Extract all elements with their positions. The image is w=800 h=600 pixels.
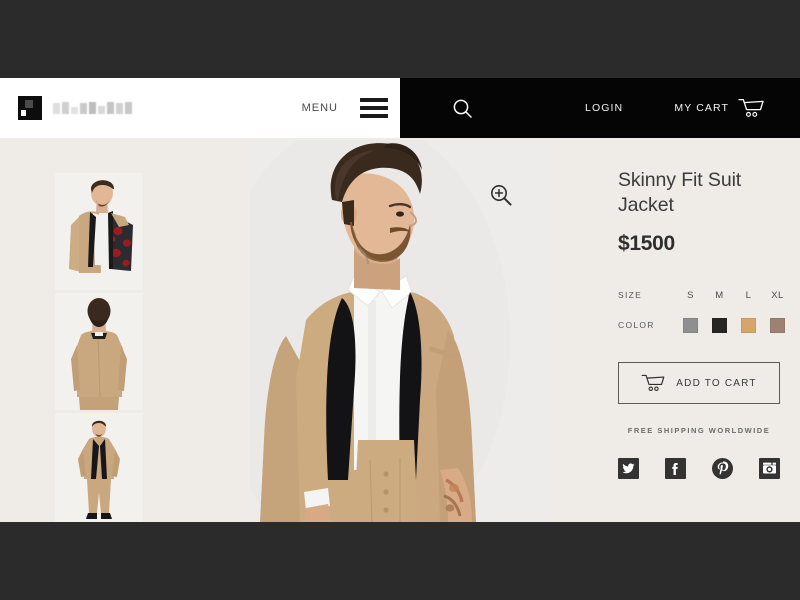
product-price: $1500 [618, 232, 675, 255]
hamburger-icon[interactable] [360, 98, 388, 118]
size-selector-row: SIZE S M L XL [618, 287, 783, 303]
size-options: S M L XL [676, 290, 792, 301]
add-to-cart-label: ADD TO CART [676, 377, 757, 389]
page-canvas: MENU LOGIN MY CART Skinny Fit Suit Jacke… [0, 78, 800, 522]
header-right-panel: LOGIN MY CART 0 [400, 78, 800, 138]
shopping-cart-icon [641, 374, 665, 392]
login-link[interactable]: LOGIN [585, 78, 623, 138]
color-selector-row: COLOR [618, 317, 785, 333]
facebook-icon[interactable] [665, 458, 686, 479]
search-button[interactable] [452, 78, 473, 138]
twitter-icon[interactable] [618, 458, 639, 479]
instagram-icon[interactable] [759, 458, 780, 479]
size-option-s[interactable]: S [676, 290, 705, 301]
thumbnail-2[interactable] [55, 293, 143, 410]
product-title: Skinny Fit Suit Jacket [618, 169, 742, 216]
cart-button[interactable]: MY CART 0 [674, 78, 764, 138]
size-option-xl[interactable]: XL [763, 290, 792, 301]
cart-label: MY CART [674, 102, 729, 114]
main-product-image[interactable] [250, 140, 550, 522]
logo-wordmark-blurred [53, 102, 132, 114]
zoom-in-icon [491, 185, 512, 206]
add-to-cart-button[interactable]: ADD TO CART [618, 362, 780, 404]
size-option-m[interactable]: M [705, 290, 734, 301]
color-swatch-camel[interactable] [741, 317, 756, 333]
product-detail-panel: Skinny Fit Suit Jacket $1500 SIZE S M L … [618, 168, 785, 479]
site-header: MENU LOGIN MY CART [0, 78, 800, 138]
zoom-in-button[interactable] [488, 182, 514, 208]
thumbnail-3[interactable] [55, 413, 143, 522]
color-options [676, 317, 792, 333]
header-left-panel: MENU [0, 78, 400, 138]
logo-mark-icon [18, 96, 42, 120]
menu-label[interactable]: MENU [302, 102, 338, 114]
search-icon [453, 99, 472, 118]
shopping-cart-icon [738, 98, 764, 117]
brand-logo[interactable] [18, 96, 132, 120]
color-label: COLOR [618, 320, 655, 330]
shipping-note: FREE SHIPPING WORLDWIDE [627, 426, 771, 435]
thumbnail-1[interactable] [55, 173, 143, 290]
social-links [618, 458, 780, 479]
color-swatch-charcoal[interactable] [712, 317, 727, 333]
menu-group[interactable]: MENU [302, 78, 388, 138]
size-option-l[interactable]: L [734, 290, 763, 301]
color-swatch-grey[interactable] [683, 317, 698, 333]
pinterest-icon[interactable] [712, 458, 733, 479]
size-label: SIZE [618, 290, 643, 300]
color-swatch-taupe[interactable] [770, 317, 785, 333]
thumbnail-list [55, 173, 143, 522]
